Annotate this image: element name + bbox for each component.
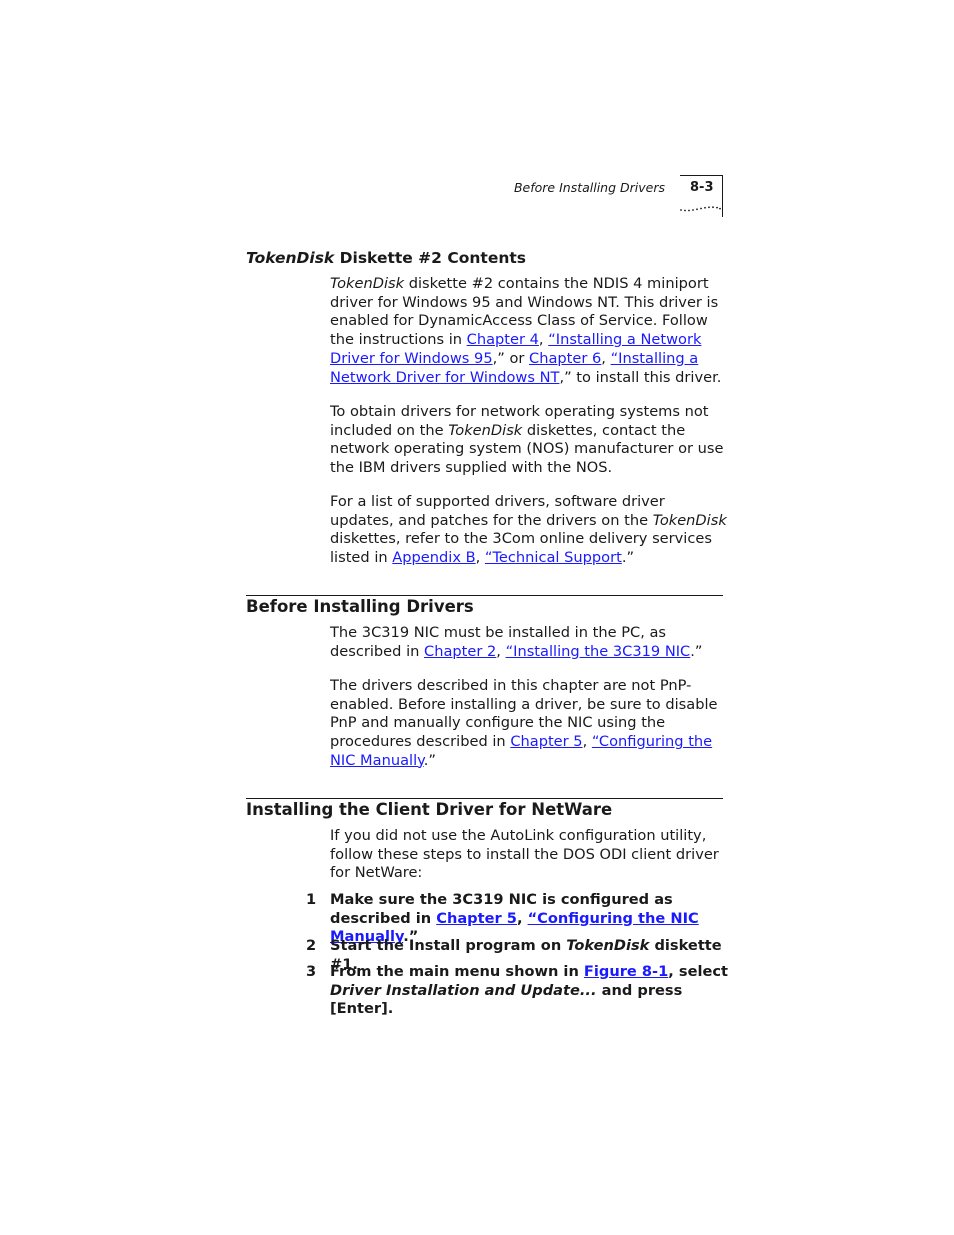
text-italic: Driver Installation and Update... [330,981,597,999]
step-number: 3 [306,963,317,980]
decorative-dotted-curve-icon [680,206,721,212]
text: , [538,331,549,349]
paragraph-not-pnp: The drivers described in this chapter ar… [330,677,730,771]
link-chapter-4[interactable]: Chapter 4 [467,331,539,348]
text: From the main menu shown in [330,963,584,980]
paragraph-netware-intro: If you did not use the AutoLink configur… [330,827,719,882]
section-heading-before-installing: Before Installing Drivers [246,597,474,616]
link-appendix-b[interactable]: Appendix B [392,549,475,566]
link-figure-8-1[interactable]: Figure 8-1 [584,963,668,980]
text: , [496,642,506,660]
section-divider [246,798,723,799]
section-heading-netware-client: Installing the Client Driver for NetWare [246,800,613,819]
paragraph-supported-drivers: For a list of supported drivers, softwar… [330,493,730,568]
paragraph-nic-installed: The 3C319 NIC must be installed in the P… [330,624,730,661]
step-3: 3 From the main menu shown in Figure 8-1… [306,963,730,1019]
heading-rest: Diskette #2 Contents [334,249,527,267]
step-number: 2 [306,937,317,954]
text: ,” or [492,349,530,367]
text: Start the Install program on [330,937,567,954]
link-installing-3c319-nic[interactable]: “Installing the 3C319 NIC [506,643,691,660]
text-italic: TokenDisk [448,421,523,439]
text: .” [690,642,703,660]
text: For a list of supported drivers, softwar… [330,493,665,529]
running-header-title: Before Installing Drivers [513,180,665,195]
text-italic: TokenDisk [330,275,405,292]
text: .” [621,549,635,567]
text: ,” to install this driver. [559,368,722,386]
text: , [582,733,592,751]
link-chapter-5[interactable]: Chapter 5 [436,910,517,927]
paragraph-obtain-drivers: To obtain drivers for network operating … [330,403,730,478]
section-divider [246,595,723,596]
text: .” [423,751,436,769]
text: , select [668,963,729,980]
link-technical-support[interactable]: “Technical Support [485,549,622,566]
paragraph-tokendisk-intro: TokenDisk diskette #2 contains the NDIS … [330,275,730,387]
link-chapter-5[interactable]: Chapter 5 [510,733,582,750]
text-italic: TokenDisk [652,511,727,529]
step-number: 1 [306,891,317,908]
link-chapter-2[interactable]: Chapter 2 [424,643,496,660]
page-number: 8-3 [690,180,714,195]
text: , [516,909,528,927]
section-heading-tokendisk-contents: TokenDisk Diskette #2 Contents [246,249,526,267]
link-chapter-6[interactable]: Chapter 6 [529,350,601,367]
text: , [601,349,611,367]
heading-italic-part: TokenDisk [246,249,335,267]
text-italic: TokenDisk [566,937,650,954]
text: , [475,549,485,567]
